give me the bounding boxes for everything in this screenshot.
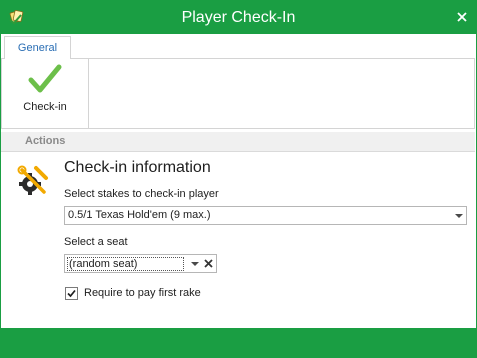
seat-dropdown[interactable]: (random seat) bbox=[64, 254, 217, 273]
stakes-value: 0.5/1 Texas Hold'em (9 max.) bbox=[68, 209, 211, 221]
ribbon-panel: Check-in bbox=[1, 58, 475, 129]
tab-general[interactable]: General bbox=[4, 36, 71, 59]
clear-icon[interactable] bbox=[203, 258, 214, 269]
checkmark-icon bbox=[67, 289, 76, 298]
close-icon[interactable] bbox=[455, 10, 469, 24]
player-checkin-window: Player Check-In General Check-in Actions bbox=[0, 0, 477, 358]
green-checkmark-icon bbox=[28, 64, 62, 93]
status-bar bbox=[1, 328, 476, 357]
chevron-down-icon[interactable] bbox=[455, 214, 463, 218]
stakes-label: Select stakes to check-in player bbox=[64, 188, 219, 200]
section-title: Check-in information bbox=[64, 159, 211, 176]
window-title: Player Check-In bbox=[181, 9, 296, 26]
ribbon-group-actions: Check-in bbox=[2, 59, 89, 128]
chevron-down-icon[interactable] bbox=[191, 262, 199, 266]
seat-value: (random seat) bbox=[67, 257, 184, 271]
checkin-button[interactable]: Check-in bbox=[7, 61, 83, 127]
title-bar[interactable]: Player Check-In bbox=[0, 0, 477, 34]
actions-caption: Actions bbox=[25, 135, 66, 147]
checkin-button-label: Check-in bbox=[23, 101, 67, 113]
tools-gear-icon bbox=[17, 165, 48, 195]
stakes-dropdown[interactable]: 0.5/1 Texas Hold'em (9 max.) bbox=[64, 206, 467, 225]
ribbon-tabstrip: General bbox=[1, 34, 476, 59]
rake-checkbox[interactable] bbox=[65, 287, 78, 300]
seat-label: Select a seat bbox=[64, 236, 128, 248]
ribbon-group-caption: Actions bbox=[1, 132, 475, 152]
dialog-client-area: General Check-in Actions Check-in inform… bbox=[1, 34, 476, 328]
rake-label[interactable]: Require to pay first rake bbox=[84, 287, 201, 299]
